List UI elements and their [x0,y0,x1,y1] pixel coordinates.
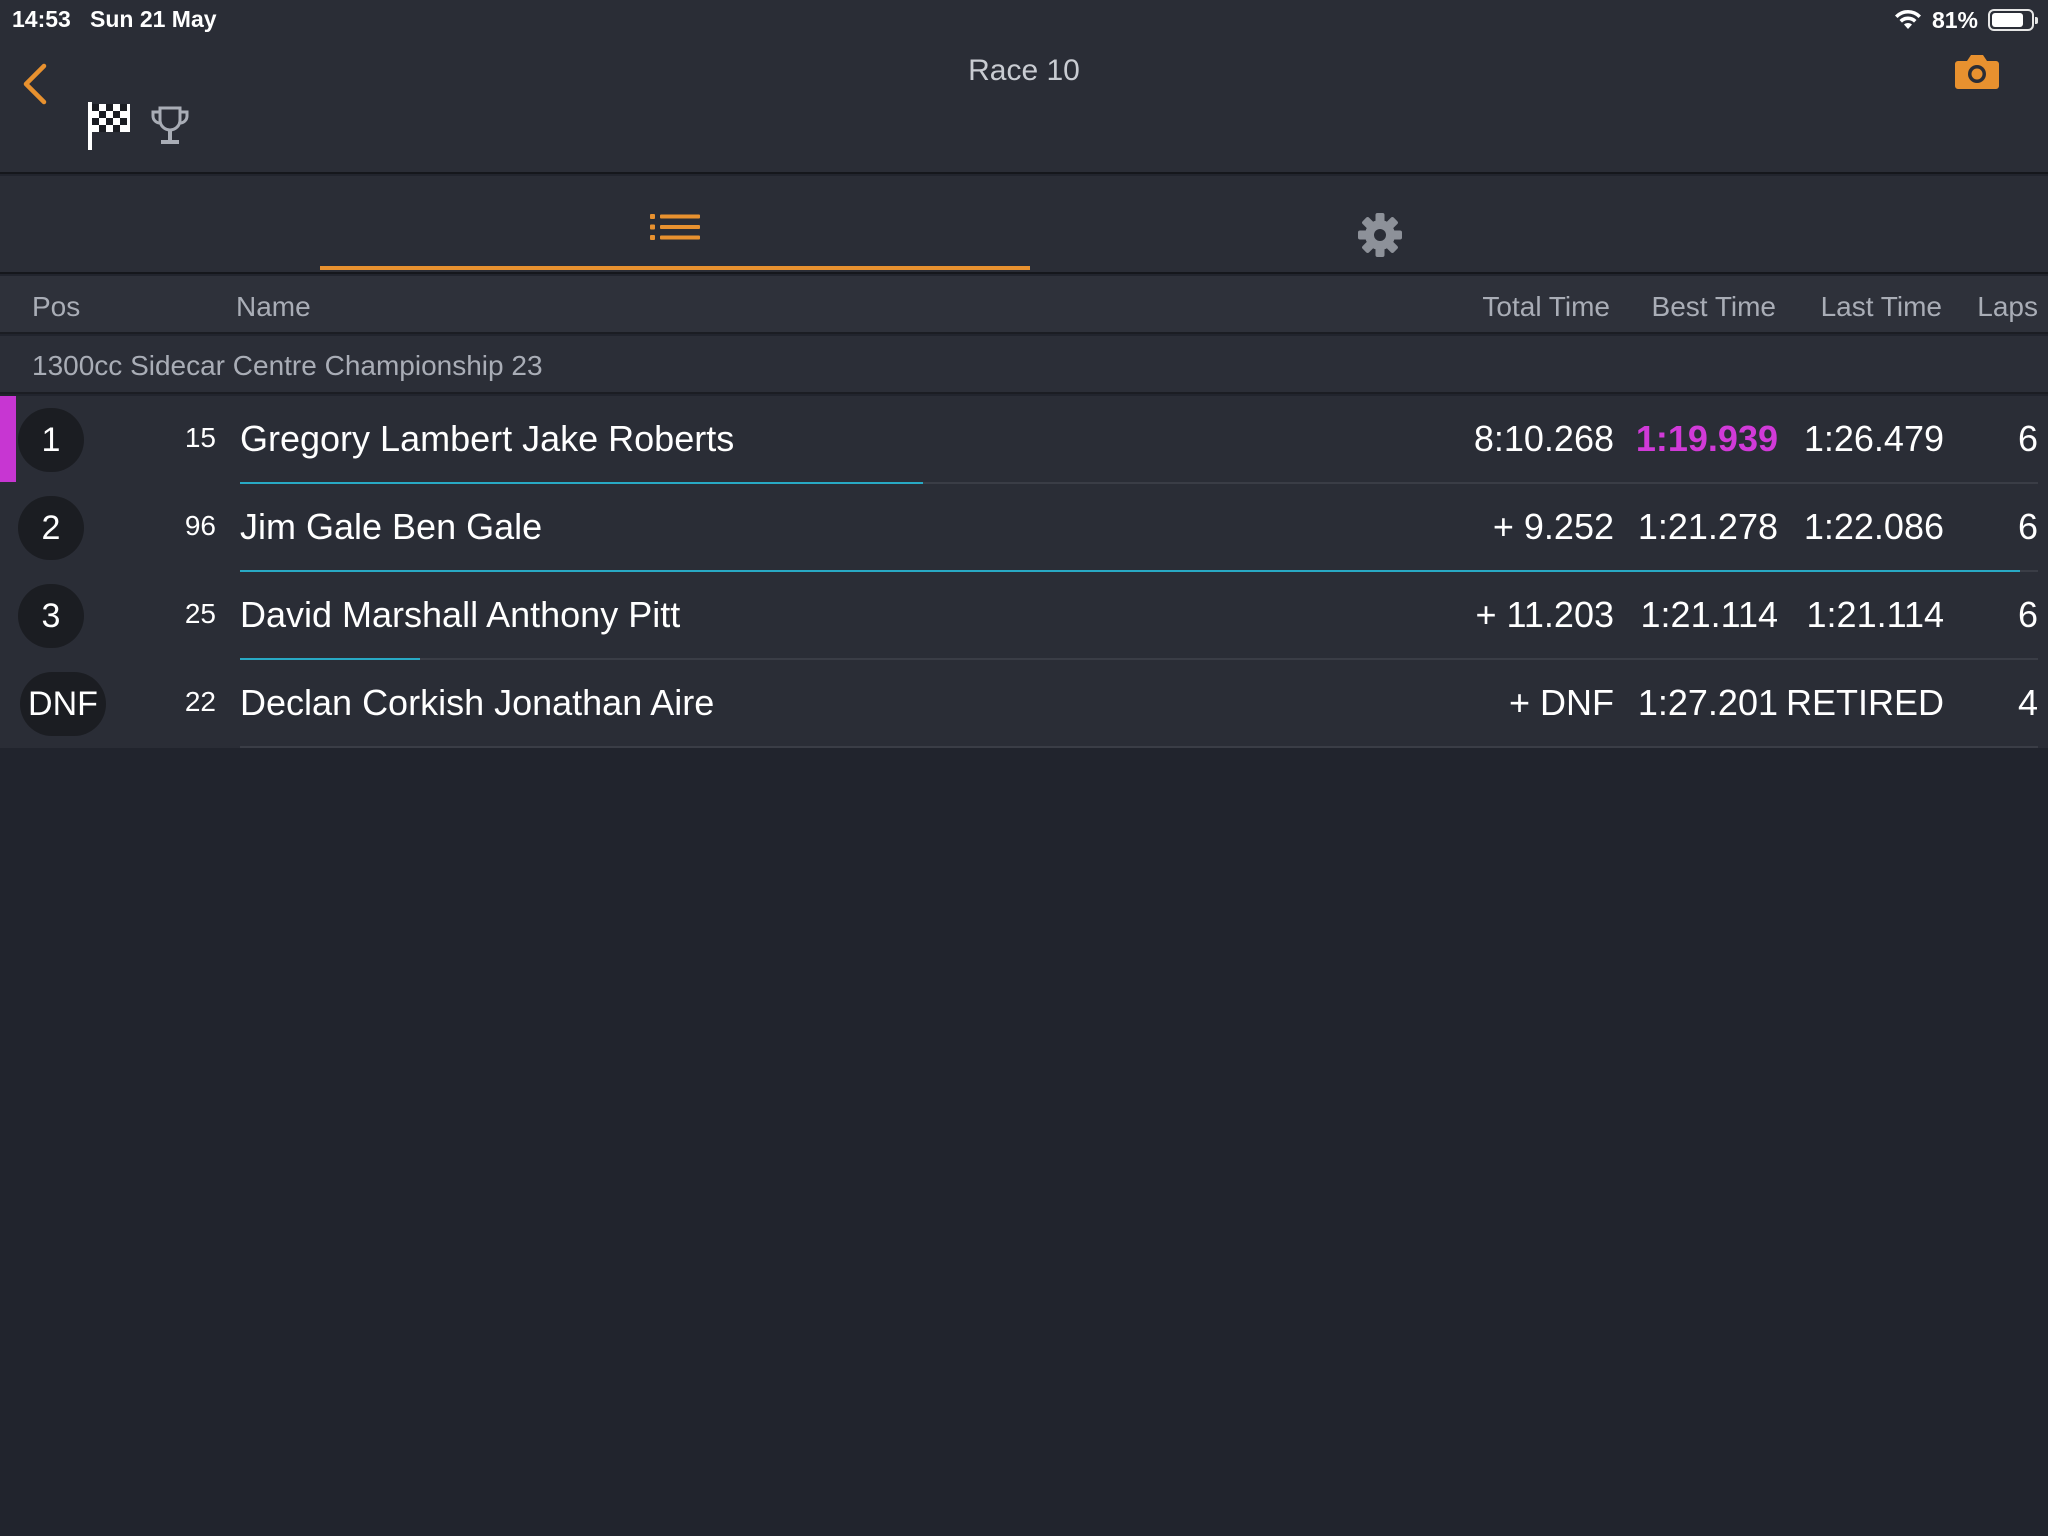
row-divider [240,746,2038,748]
position-badge: 1 [18,408,84,472]
checkered-flag-icon [88,102,130,150]
driver-names: David Marshall Anthony Pitt [240,594,681,635]
laps-count: 6 [2017,506,2038,547]
bib-number: 25 [184,598,216,629]
status-indicators: 81% [1894,6,2038,34]
total-time: + DNF [1508,682,1614,723]
last-time: 1:26.479 [1803,418,1944,459]
best-time: 1:27.201 [1637,682,1778,723]
clock-date: Sun 21 May [90,6,217,32]
column-header: Pos Name Total Time Best Time Last Time … [0,276,2048,334]
gear-icon [1358,213,1402,257]
bib-number: 15 [184,422,216,453]
col-laps[interactable]: Laps [1977,291,2038,323]
active-tab-indicator [320,266,1030,270]
battery-icon [1988,9,2038,31]
trophy-icon [151,106,189,144]
col-pos[interactable]: Pos [32,291,80,323]
best-time: 1:21.278 [1637,506,1778,547]
result-row[interactable]: 2 96 Jim Gale Ben Gale + 9.252 1:21.278 … [0,484,2048,572]
list-icon [650,214,700,240]
race-results-button[interactable] [86,100,132,152]
position-badge: DNF [20,672,106,736]
bib-number: 22 [184,686,216,717]
clock-time: 14:53 [12,6,71,32]
last-time: 1:22.086 [1803,506,1944,547]
results-list: 1 15 Gregory Lambert Jake Roberts 8:10.2… [0,396,2048,748]
laps-count: 6 [2017,418,2038,459]
laps-count: 6 [2017,594,2038,635]
position-badge: 2 [18,496,84,560]
total-time: 8:10.268 [1473,418,1614,459]
col-total-time[interactable]: Total Time [1482,291,1610,323]
total-time: + 9.252 [1492,506,1614,547]
battery-percent: 81% [1931,6,1978,33]
driver-names: Jim Gale Ben Gale [240,506,543,547]
result-row[interactable]: DNF 22 Declan Corkish Jonathan Aire + DN… [0,660,2048,748]
driver-names: Gregory Lambert Jake Roberts [240,418,735,459]
last-time: 1:21.114 [1806,594,1944,635]
result-row[interactable]: 1 15 Gregory Lambert Jake Roberts 8:10.2… [0,396,2048,484]
tab-bar [0,176,2048,274]
top-bar: 14:53 Sun 21 May 81% Race 10 [0,0,2048,174]
class-group-header: 1300cc Sidecar Centre Championship 23 [0,336,2048,394]
page-title: Race 10 [968,54,1080,87]
camera-button[interactable] [1954,52,2000,90]
col-last-time[interactable]: Last Time [1821,291,1942,323]
col-name[interactable]: Name [236,291,311,323]
laps-count: 4 [2017,682,2038,723]
last-time: RETIRED [1785,682,1944,723]
status-time: 14:53 Sun 21 May [12,6,217,33]
tab-results-list[interactable] [320,176,1030,272]
leader-marker [0,396,16,482]
class-title: 1300cc Sidecar Centre Championship 23 [32,350,543,381]
best-time: 1:21.114 [1640,594,1778,635]
wifi-icon [1894,9,1921,29]
driver-names: Declan Corkish Jonathan Aire [240,682,715,723]
total-time: + 11.203 [1475,594,1614,635]
status-bar: 14:53 Sun 21 May 81% [0,0,2048,40]
best-time: 1:19.939 [1635,418,1778,459]
camera-icon [1955,55,1999,89]
battery-level [1992,13,2023,27]
tab-settings[interactable] [1030,176,1730,272]
result-row[interactable]: 3 25 David Marshall Anthony Pitt + 11.20… [0,572,2048,660]
position-badge: 3 [18,584,84,648]
championship-button[interactable] [148,104,192,148]
col-best-time[interactable]: Best Time [1652,291,1776,323]
bib-number: 96 [184,510,216,541]
